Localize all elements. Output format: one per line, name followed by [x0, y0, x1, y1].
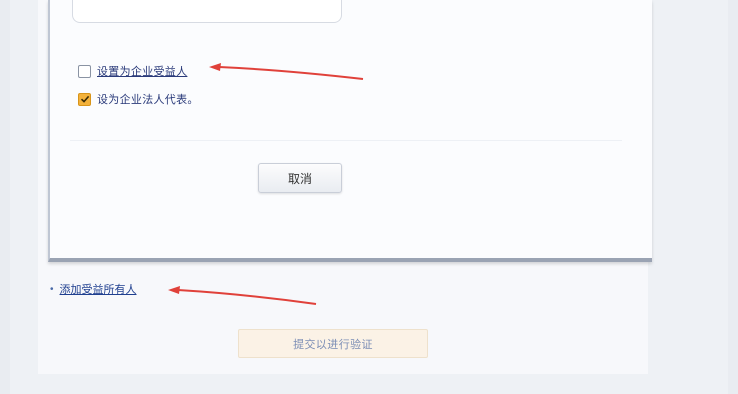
- add-beneficial-owner-link[interactable]: 添加受益所有人: [60, 281, 137, 297]
- option-set-beneficiary[interactable]: 设置为企业受益人: [78, 62, 187, 80]
- checkmark-icon: [80, 95, 89, 103]
- checkbox-unchecked[interactable]: [78, 64, 91, 78]
- divider: [70, 140, 622, 141]
- submit-for-verification-button[interactable]: 提交以进行验证: [238, 329, 428, 358]
- text-field[interactable]: [72, 0, 342, 23]
- option-label: 设置为企业受益人: [97, 66, 188, 78]
- annotation-arrow-icon: [209, 63, 364, 80]
- bullet-icon: •: [50, 283, 54, 295]
- beneficiary-dialog: [48, 0, 652, 262]
- option-set-legal-representative[interactable]: 设为企业法人代表。: [78, 90, 199, 108]
- option-label: 设为企业法人代表。: [97, 94, 199, 106]
- cancel-button[interactable]: 取消: [258, 163, 342, 193]
- checkbox-checked[interactable]: [78, 92, 91, 106]
- annotation-arrow-icon: [168, 286, 317, 305]
- add-beneficial-owner-row[interactable]: • 添加受益所有人: [50, 281, 137, 297]
